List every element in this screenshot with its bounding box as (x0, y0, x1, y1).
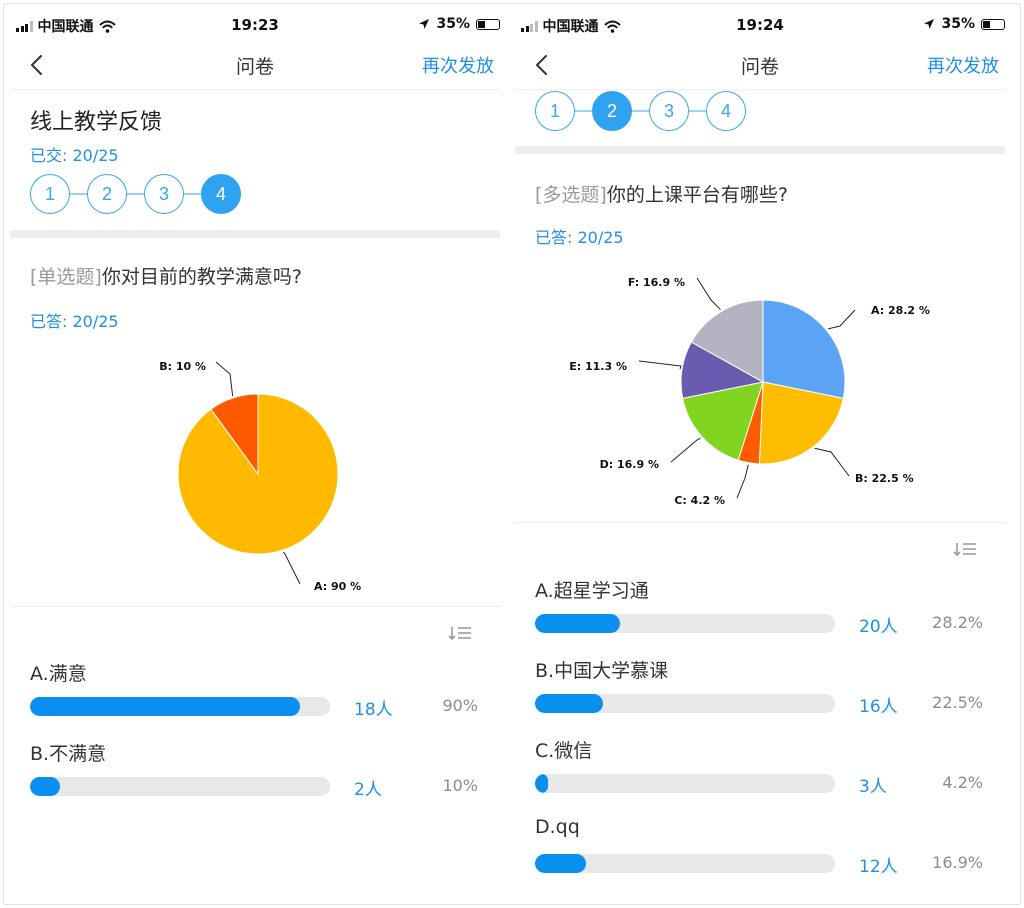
option-label: A.超星学习通 (535, 580, 649, 602)
battery-icon (981, 18, 1005, 30)
pie-leader-line (282, 551, 301, 585)
battery-icon (476, 18, 500, 30)
option-count: 18人 (354, 700, 393, 720)
phone-screen-left: 中国联通 19:23 35% 问卷 再次发放 线上教学反馈 已交: 20/25 … (10, 8, 500, 900)
pie-chart: A: 28.2 % B: 22.5 % C: 4.2 % D: 16.9 % E: 11… (569, 276, 930, 507)
question-stepper: 1 2 3 4 (535, 91, 746, 131)
option-row: A.超星学习通 20人 28.2% (535, 576, 995, 646)
pie-leader-line (215, 361, 234, 397)
answered-count: 已答: 20/25 (30, 312, 119, 331)
option-progress-fill (30, 697, 300, 716)
sort-icon[interactable] (448, 624, 472, 642)
phone-screen-right: 中国联通 19:24 35% 问卷 再次发放 1 2 3 4 [多选题]你的上课… (515, 8, 1005, 900)
step-2[interactable]: 2 (592, 91, 632, 131)
sort-icon[interactable] (953, 540, 977, 558)
option-count: 12人 (859, 857, 898, 877)
pie-leader-line (827, 309, 856, 330)
battery-percent: 35% (941, 16, 975, 32)
step-3[interactable]: 3 (649, 91, 689, 131)
answered-count: 已答: 20/25 (535, 228, 624, 247)
option-percent: 28.2% (932, 613, 983, 632)
option-row: C.微信 3人 4.2% (535, 736, 995, 806)
location-arrow-icon (419, 19, 430, 29)
step-3[interactable]: 3 (144, 174, 184, 214)
option-row: A.满意 18人 90% (30, 659, 490, 729)
option-row: B.不满意 2人 10% (30, 739, 490, 809)
option-label: D.qq (535, 816, 580, 838)
divider (10, 606, 500, 607)
step-4[interactable]: 4 (706, 91, 746, 131)
question-text: [多选题]你的上课平台有哪些? (535, 180, 788, 207)
step-4[interactable]: 4 (201, 174, 241, 214)
option-count: 20人 (859, 617, 898, 637)
question-stepper: 1 2 3 4 (30, 174, 241, 214)
option-progress-fill (535, 854, 586, 873)
option-row: B.中国大学慕课 16人 22.5% (535, 656, 995, 726)
pie-slice-label: B: 22.5 % (855, 472, 914, 485)
option-percent: 10% (442, 776, 478, 795)
question-type: [多选题] (535, 184, 607, 206)
option-progress-track (535, 694, 835, 713)
option-progress-fill (535, 694, 603, 713)
option-row: D.qq 12人 16.9% (535, 816, 995, 886)
option-progress-track (535, 774, 835, 793)
redistribute-button[interactable]: 再次发放 (422, 52, 494, 78)
redistribute-button[interactable]: 再次发放 (927, 52, 999, 78)
location-arrow-icon (924, 19, 935, 29)
step-1[interactable]: 1 (535, 91, 575, 131)
option-progress-track (30, 697, 330, 716)
pie-slice-label: A: 90 % (314, 580, 361, 593)
option-progress-fill (535, 774, 548, 793)
pie-slice-label: B: 10 % (159, 360, 206, 373)
nav-bar: 问卷 再次发放 (515, 42, 1005, 90)
pie-leader-line (670, 437, 701, 463)
option-progress-fill (30, 777, 60, 796)
pie-slice (762, 299, 846, 399)
submitted-count: 已交: 20/25 (30, 146, 119, 165)
survey-title: 线上教学反馈 (30, 110, 163, 135)
option-count: 16人 (859, 697, 898, 717)
divider (515, 522, 1005, 523)
nav-bar: 问卷 再次发放 (10, 42, 500, 90)
option-count: 3人 (859, 777, 887, 797)
pie-slice-label: A: 28.2 % (871, 304, 930, 317)
option-percent: 16.9% (932, 853, 983, 872)
option-percent: 22.5% (932, 693, 983, 712)
question-body: 你对目前的教学满意吗? (101, 266, 302, 288)
pie-leader-line (696, 277, 721, 310)
pie-slice-label: C: 4.2 % (674, 494, 725, 507)
option-progress-track (30, 777, 330, 796)
pie-leader-line (638, 360, 682, 370)
pie-slice-label: F: 16.9 % (628, 276, 685, 289)
status-bar: 中国联通 19:24 35% (515, 8, 1005, 42)
option-percent: 90% (442, 696, 478, 715)
option-label: A.满意 (30, 663, 87, 685)
pie-leader-line (814, 447, 850, 477)
battery-percent: 35% (436, 16, 470, 32)
pie-slice-label: E: 11.3 % (569, 360, 627, 373)
option-progress-fill (535, 614, 620, 633)
question-body: 你的上课平台有哪些? (606, 184, 788, 206)
option-percent: 4.2% (942, 773, 983, 792)
pie-slice-label: D: 16.9 % (600, 458, 659, 471)
option-label: B.不满意 (30, 743, 107, 765)
option-label: B.中国大学慕课 (535, 660, 669, 682)
step-1[interactable]: 1 (30, 174, 70, 214)
question-type: [单选题] (30, 266, 102, 288)
section-divider (515, 146, 1005, 154)
option-count: 2人 (354, 780, 382, 800)
option-progress-track (535, 614, 835, 633)
section-divider (10, 230, 500, 238)
option-label: C.微信 (535, 740, 593, 762)
pie-leader-line (736, 464, 749, 499)
step-2[interactable]: 2 (87, 174, 127, 214)
pie-chart: A: 90 % B: 10 % (159, 360, 361, 593)
status-bar: 中国联通 19:23 35% (10, 8, 500, 42)
question-text: [单选题]你对目前的教学满意吗? (30, 262, 302, 289)
option-progress-track (535, 854, 835, 873)
